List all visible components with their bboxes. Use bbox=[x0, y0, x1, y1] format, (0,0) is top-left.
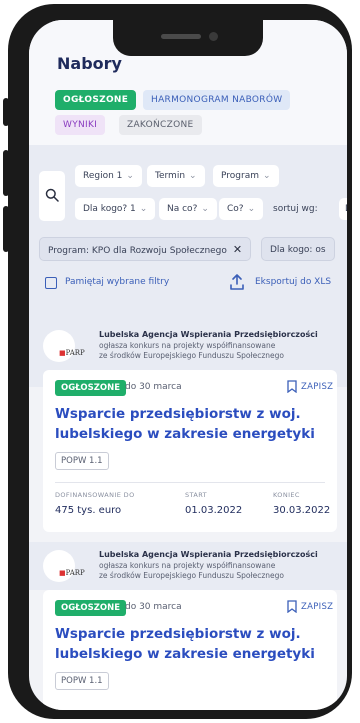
card-divider bbox=[55, 482, 325, 483]
chevron-down-icon: ⌄ bbox=[126, 171, 134, 181]
agency-description-line2: ze środków Europejskiego Funduszu Społec… bbox=[99, 571, 284, 580]
parp-logo-text: ■PARP bbox=[59, 569, 85, 577]
tab-ogloszone[interactable]: OGŁOSZONE bbox=[55, 90, 137, 110]
funding-value: 475 tys. euro bbox=[55, 505, 122, 516]
end-label: KONIEC bbox=[273, 491, 300, 499]
filter-region-label: Region 1 bbox=[83, 171, 123, 181]
agency-name: Lubelska Agencja Wspierania Przedsiębior… bbox=[99, 330, 318, 339]
start-value: 01.03.2022 bbox=[185, 505, 243, 516]
camera-icon bbox=[209, 32, 218, 41]
sort-value: D bbox=[345, 198, 347, 220]
search-icon bbox=[45, 188, 59, 202]
deadline-text: do 30 marca bbox=[125, 602, 182, 612]
active-filter-chip-label: Program: KPO dla Rozwoju Społecznego bbox=[48, 246, 227, 256]
remember-filters-label[interactable]: Pamiętaj wybrane filtry bbox=[65, 277, 169, 287]
status-badge: OGŁOSZONE bbox=[55, 380, 127, 396]
tab-harmonogram[interactable]: HARMONOGRAM NABORÓW bbox=[143, 90, 291, 110]
filter-co-label: Co? bbox=[227, 204, 244, 214]
phone-screen: Nabory OGŁOSZONE HARMONOGRAM NABORÓW WYN… bbox=[29, 20, 347, 710]
phone-notch bbox=[113, 20, 263, 56]
parp-logo-text: ■PARP bbox=[59, 349, 85, 357]
phone-frame: Nabory OGŁOSZONE HARMONOGRAM NABORÓW WYN… bbox=[8, 4, 352, 719]
card-title[interactable]: Wsparcie przedsiębiorstw z woj. lubelski… bbox=[55, 404, 335, 444]
chevron-down-icon: ⌄ bbox=[247, 204, 256, 214]
active-filter-chip-label: Dla kogo: os bbox=[270, 245, 326, 255]
card-body[interactable]: OGŁOSZONE do 30 marca ZAPISZ Wsparcie pr… bbox=[43, 370, 337, 532]
agency-description: ogłasza konkurs na projekty współfinanso… bbox=[99, 341, 276, 350]
agency-description-line2: ze środków Europejskiego Funduszu Społec… bbox=[99, 351, 284, 360]
bookmark-icon bbox=[287, 600, 297, 614]
filter-dla-kogo-dropdown[interactable]: Dla kogo? 1 ⌄ bbox=[75, 198, 156, 220]
filter-dla-kogo-label: Dla kogo? 1 bbox=[83, 204, 136, 214]
grant-card: ■PARP Lubelska Agencja Wspierania Przeds… bbox=[29, 322, 347, 532]
tab-wyniki[interactable]: WYNIKI bbox=[55, 115, 106, 135]
chevron-down-icon: ⌄ bbox=[189, 171, 197, 181]
filter-region-dropdown[interactable]: Region 1 ⌄ bbox=[75, 165, 142, 187]
filter-program-dropdown[interactable]: Program ⌄ bbox=[213, 165, 279, 187]
bookmark-icon bbox=[287, 380, 297, 394]
save-button[interactable]: ZAPISZ bbox=[287, 600, 334, 614]
export-xls-link[interactable]: Eksportuj do XLS bbox=[255, 277, 331, 287]
chevron-down-icon: ⌄ bbox=[201, 204, 209, 214]
filter-na-co-dropdown[interactable]: Na co? ⌄ bbox=[159, 198, 217, 220]
page-title: Nabory bbox=[57, 54, 122, 73]
export-upload-icon[interactable] bbox=[229, 273, 245, 291]
agency-logo: ■PARP bbox=[43, 550, 85, 582]
remember-filters-checkbox[interactable] bbox=[45, 277, 57, 289]
filter-actions-row: Pamiętaj wybrane filtry Eksportuj do XLS bbox=[29, 272, 347, 296]
search-button[interactable] bbox=[39, 171, 65, 221]
filter-na-co-label: Na co? bbox=[167, 204, 198, 214]
save-button[interactable]: ZAPISZ bbox=[287, 380, 334, 394]
agency-logo: ■PARP bbox=[43, 330, 85, 362]
program-tag: POPW 1.1 bbox=[55, 672, 109, 690]
tab-zakonczone[interactable]: ZAKOŃCZONE bbox=[119, 115, 202, 135]
chevron-down-icon: ⌄ bbox=[262, 171, 271, 181]
speaker-icon bbox=[161, 34, 201, 39]
agency-header: ■PARP Lubelska Agencja Wspierania Przeds… bbox=[29, 542, 347, 590]
card-body[interactable]: OGŁOSZONE do 30 marca ZAPISZ Wsparcie pr… bbox=[43, 590, 337, 710]
save-label: ZAPISZ bbox=[301, 382, 334, 392]
agency-header: ■PARP Lubelska Agencja Wspierania Przeds… bbox=[29, 322, 347, 370]
start-label: START bbox=[185, 491, 208, 499]
deadline-text: do 30 marca bbox=[125, 382, 182, 392]
sort-label: sortuj wg: bbox=[273, 204, 318, 214]
status-badge: OGŁOSZONE bbox=[55, 600, 127, 616]
filter-co-dropdown[interactable]: Co? ⌄ bbox=[219, 198, 264, 220]
active-filter-chip-program[interactable]: Program: KPO dla Rozwoju Społecznego ✕ bbox=[39, 237, 252, 261]
end-value: 30.03.2022 bbox=[273, 505, 331, 516]
filter-termin-dropdown[interactable]: Termin ⌄ bbox=[147, 165, 205, 187]
filter-termin-label: Termin bbox=[155, 171, 186, 181]
close-icon[interactable]: ✕ bbox=[233, 243, 242, 256]
sort-dropdown[interactable]: D bbox=[339, 198, 347, 220]
chevron-down-icon: ⌄ bbox=[139, 204, 148, 214]
filter-program-label: Program bbox=[221, 171, 259, 181]
funding-label: DOFINANSOWANIE DO bbox=[55, 491, 135, 499]
card-title[interactable]: Wsparcie przedsiębiorstw z woj. lubelski… bbox=[55, 624, 335, 664]
agency-description: ogłasza konkurs na projekty współfinanso… bbox=[99, 561, 276, 570]
active-filter-chip-dla-kogo[interactable]: Dla kogo: os bbox=[261, 237, 335, 261]
save-label: ZAPISZ bbox=[301, 602, 334, 612]
program-tag: POPW 1.1 bbox=[55, 452, 109, 470]
agency-name: Lubelska Agencja Wspierania Przedsiębior… bbox=[99, 550, 318, 559]
grant-card: ■PARP Lubelska Agencja Wspierania Przeds… bbox=[29, 542, 347, 710]
